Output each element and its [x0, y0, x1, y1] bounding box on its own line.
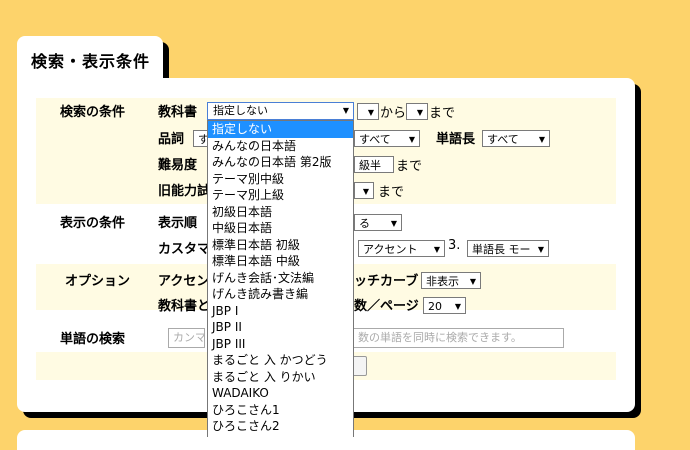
sort3-number: 3. [448, 238, 461, 253]
word-length-value: すべて [487, 133, 519, 146]
old-level-to-select[interactable]: ▼ [354, 182, 374, 199]
word-length-label: 単語長 [436, 132, 476, 147]
pitch-curve-select[interactable]: 非表示 ▼ [421, 272, 481, 289]
chevron-down-icon: ▼ [362, 187, 369, 196]
chevron-down-icon: ▼ [408, 135, 415, 144]
sort3-select[interactable]: 単語長 モー ▼ [467, 240, 549, 257]
chevron-down-icon: ▼ [390, 219, 397, 228]
to-label: まで [429, 106, 456, 121]
chevron-down-icon: ▼ [367, 108, 374, 117]
search-placeholder-right: 数の単語を同時に検索できます。 [358, 331, 522, 344]
search-conditions-label: 検索の条件 [60, 105, 126, 120]
textbook-option[interactable]: まるごと 入 りかい [208, 369, 353, 386]
difficulty-value: 級半 [359, 159, 381, 172]
pitch-curve-label: ッチカーブ [354, 274, 419, 289]
chevron-down-icon: ▼ [469, 277, 476, 286]
textbook-option[interactable]: 指定しない [208, 121, 353, 138]
sort2-value: アクセント [363, 243, 418, 256]
pos-sub-value: すべて [359, 133, 391, 146]
chevron-down-icon: ▼ [342, 106, 349, 115]
difficulty-label: 難易度 [158, 158, 198, 173]
from-label: から [380, 106, 407, 121]
textbook-dropdown-list[interactable]: 指定しない みんなの日本語 みんなの日本語 第2版 テーマ別中級 テーマ別上級 初級日本語… [207, 120, 354, 437]
textbook-option[interactable]: JBP I [208, 303, 353, 320]
accent-option-label: アクセン [158, 274, 210, 289]
textbook-option[interactable]: ひろこさん2 [208, 418, 353, 435]
textbook-option[interactable]: まるごと 入 かつどう [208, 352, 353, 369]
pos-label: 品詞 [158, 132, 185, 147]
textbook-option-label: 教科書と [158, 299, 211, 314]
textbook-option[interactable]: テーマ別上級 [208, 187, 353, 204]
textbook-option[interactable]: テーマ別中級 [208, 171, 353, 188]
textbook-option[interactable]: 標準日本語 初級 [208, 237, 353, 254]
textbook-option[interactable]: JBP II [208, 319, 353, 336]
per-page-select[interactable]: 20 ▼ [423, 297, 466, 314]
options-label: オプション [65, 274, 131, 289]
chevron-down-icon: ▼ [416, 108, 423, 117]
lesson-from-select[interactable]: ▼ [357, 103, 379, 120]
textbook-option[interactable]: ひろこさん1 [208, 402, 353, 419]
textbook-option[interactable]: 中級日本語 [208, 220, 353, 237]
lesson-to-select[interactable]: ▼ [406, 103, 428, 120]
sort3-value: 単語長 モー [472, 243, 531, 256]
custom-label: カスタマ [158, 242, 211, 257]
textbook-option[interactable]: JBP III [208, 336, 353, 353]
textbook-label: 教科書 [158, 105, 198, 120]
old-level-label: 旧能力試 [158, 184, 211, 199]
chevron-down-icon: ▼ [537, 245, 544, 254]
textbook-select-value: 指定しない [213, 104, 268, 117]
display-order-label: 表示順 [158, 216, 198, 231]
textbook-option[interactable]: げんき会話･文法編 [208, 270, 353, 287]
textbook-select[interactable]: 指定しない ▼ [207, 102, 354, 120]
tab-title: 検索・表示条件 [31, 52, 151, 71]
textbook-option[interactable]: 標準日本語 中級 [208, 253, 353, 270]
display-order-select[interactable]: る ▼ [354, 214, 402, 231]
textbook-option[interactable]: 初級日本語 [208, 204, 353, 221]
to3-label: まで [378, 185, 405, 200]
textbook-option[interactable]: みんなの日本語 [208, 138, 353, 155]
per-page-value: 20 [428, 300, 442, 313]
word-search-input[interactable]: 数の単語を同時に検索できます。 [354, 328, 564, 348]
pos-sub-select[interactable]: すべて ▼ [354, 130, 420, 147]
chevron-down-icon: ▼ [538, 135, 545, 144]
chevron-down-icon: ▼ [454, 302, 461, 311]
chevron-down-icon: ▼ [433, 245, 440, 254]
difficulty-to-select[interactable]: 級半 [354, 156, 394, 173]
sort2-select[interactable]: アクセント ▼ [358, 240, 445, 257]
word-search-input-left[interactable]: カンマ [168, 328, 205, 348]
display-conditions-label: 表示の条件 [60, 216, 126, 231]
to2-label: まで [396, 159, 423, 174]
textbook-option[interactable]: WADAIKO [208, 385, 353, 402]
pitch-curve-value: 非表示 [426, 275, 459, 288]
per-page-label: 数／ページ [354, 299, 419, 314]
search-placeholder-left: カンマ [173, 331, 205, 344]
display-order-value: る [359, 217, 370, 230]
tab-join [17, 70, 163, 84]
textbook-option[interactable]: げんき読み書き編 [208, 286, 353, 303]
textbook-option[interactable]: みんなの日本語 第2版 [208, 154, 353, 171]
word-search-label: 単語の検索 [60, 332, 126, 347]
word-length-select[interactable]: すべて ▼ [482, 130, 550, 147]
